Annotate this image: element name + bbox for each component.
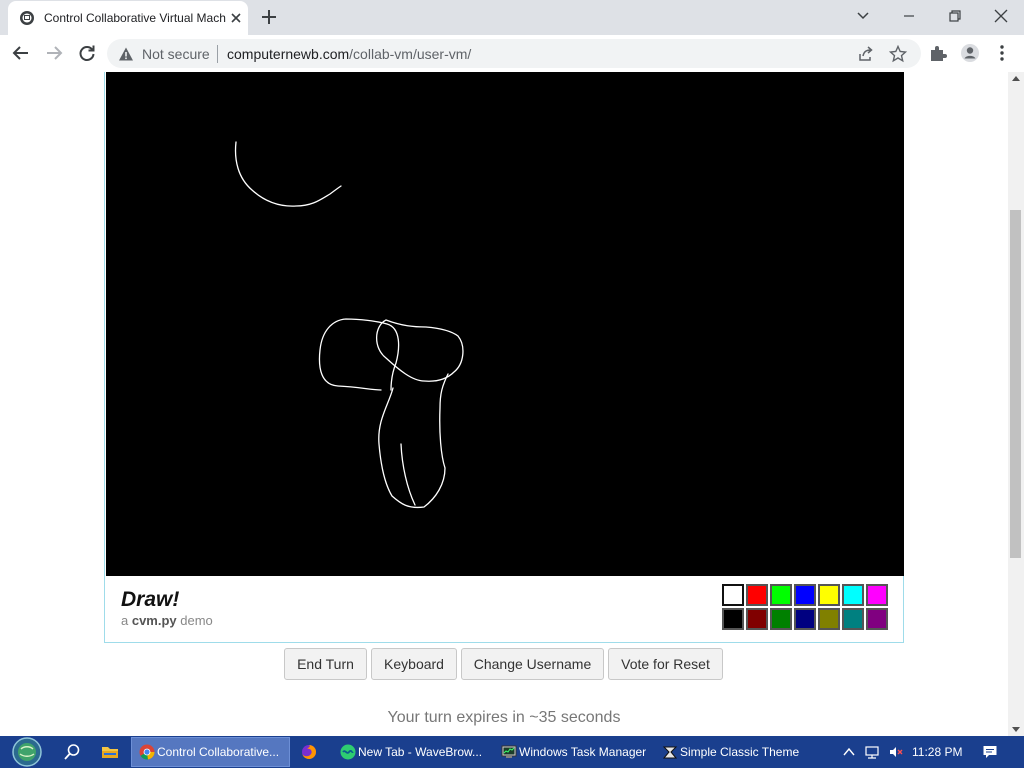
browser-menu-icon[interactable] — [992, 43, 1012, 63]
end-turn-button[interactable]: End Turn — [284, 648, 367, 680]
security-label[interactable]: Not secure — [142, 46, 210, 62]
notifications-icon[interactable] — [982, 744, 998, 760]
wavebrowser-icon — [340, 744, 356, 760]
draw-app-subtitle: a cvm.py demo — [121, 613, 213, 628]
change-username-button[interactable]: Change Username — [461, 648, 604, 680]
taskbar-item-classic-theme[interactable]: Simple Classic Theme — [654, 737, 812, 767]
tab-title: Control Collaborative Virtual Machin — [44, 11, 226, 25]
share-icon[interactable] — [857, 45, 875, 63]
vm-drawing-canvas[interactable] — [106, 72, 904, 576]
profile-icon[interactable] — [960, 43, 980, 63]
taskbar-item-label: New Tab - WaveBrow... — [358, 745, 483, 759]
url-path: /collab-vm/user-vm/ — [349, 46, 472, 62]
taskbar-item-firefox[interactable] — [293, 737, 329, 767]
subtitle-name: cvm.py — [131, 613, 177, 628]
network-icon[interactable] — [864, 744, 880, 760]
chrome-icon — [139, 744, 155, 760]
browser-tab[interactable]: Control Collaborative Virtual Machin — [8, 1, 248, 35]
vote-reset-button[interactable]: Vote for Reset — [608, 648, 723, 680]
warning-icon[interactable] — [118, 46, 134, 62]
taskbar-item-chrome[interactable]: Control Collaborative... — [131, 737, 290, 767]
taskbar-item-wavebrowser[interactable]: New Tab - WaveBrow... — [332, 737, 490, 767]
tab-close-icon[interactable] — [228, 10, 244, 26]
search-icon[interactable] — [62, 742, 82, 762]
cvm-logo-icon — [20, 11, 34, 25]
color-swatch[interactable] — [794, 584, 816, 606]
color-swatch[interactable] — [722, 584, 744, 606]
volume-muted-icon[interactable] — [888, 744, 904, 760]
url-host: computernewb.com — [227, 46, 350, 62]
canvas-background — [106, 72, 904, 576]
color-swatch[interactable] — [722, 608, 744, 630]
taskbar-clock[interactable]: 11:28 PM — [912, 745, 962, 759]
windows-taskbar: Control Collaborative... New Tab - WaveB… — [0, 736, 1024, 768]
draw-app-footer: Draw! a cvm.py demo — [105, 576, 903, 641]
address-bar[interactable]: Not secure computernewb.com/collab-vm/us… — [107, 39, 921, 68]
restore-icon[interactable] — [943, 5, 967, 27]
color-swatch[interactable] — [770, 608, 792, 630]
page-scrollbar[interactable] — [1008, 72, 1024, 736]
start-button-icon[interactable] — [8, 737, 46, 767]
color-swatch[interactable] — [842, 584, 864, 606]
browser-toolbar: Not secure computernewb.com/collab-vm/us… — [0, 35, 1024, 73]
keyboard-button[interactable]: Keyboard — [371, 648, 457, 680]
show-hidden-icons-icon[interactable] — [841, 744, 857, 760]
classic-theme-icon — [662, 746, 678, 759]
draw-app-title: Draw! — [121, 588, 180, 611]
url-text[interactable]: computernewb.com/collab-vm/user-vm/ — [227, 46, 471, 62]
task-manager-icon — [501, 745, 517, 758]
omnibox-divider — [217, 45, 218, 63]
close-window-icon[interactable] — [989, 5, 1013, 27]
taskbar-item-label: Windows Task Manager — [519, 745, 647, 759]
file-explorer-icon[interactable] — [100, 742, 120, 762]
forward-icon[interactable] — [44, 43, 64, 63]
taskbar-item-label: Control Collaborative... — [157, 745, 280, 759]
color-swatch[interactable] — [794, 608, 816, 630]
page-viewport: Draw! a cvm.py demo End Turn Keyboard Ch… — [0, 72, 1008, 736]
turn-timer-text: Your turn expires in ~35 seconds — [387, 709, 621, 726]
vm-display-frame: Draw! a cvm.py demo — [104, 72, 904, 643]
subtitle-suffix: demo — [176, 613, 213, 628]
subtitle-prefix: a — [121, 613, 132, 628]
scrollbar-thumb[interactable] — [1010, 210, 1021, 558]
bookmark-star-icon[interactable] — [889, 45, 907, 63]
color-swatch[interactable] — [842, 608, 864, 630]
scroll-up-arrow-icon[interactable] — [1012, 76, 1020, 81]
new-tab-icon[interactable] — [259, 7, 279, 27]
color-swatch[interactable] — [818, 584, 840, 606]
back-icon[interactable] — [11, 43, 31, 63]
color-swatch[interactable] — [746, 584, 768, 606]
scroll-down-arrow-icon[interactable] — [1012, 727, 1020, 732]
color-swatch[interactable] — [770, 584, 792, 606]
taskbar-item-task-manager[interactable]: Windows Task Manager — [493, 737, 651, 767]
tab-search-icon[interactable] — [851, 5, 875, 27]
browser-tab-strip: Control Collaborative Virtual Machin — [0, 0, 1024, 35]
minimize-icon[interactable] — [897, 5, 921, 27]
color-swatch[interactable] — [818, 608, 840, 630]
firefox-icon — [302, 745, 317, 759]
color-swatch[interactable] — [746, 608, 768, 630]
color-swatch[interactable] — [866, 584, 888, 606]
color-palette — [722, 584, 890, 632]
reload-icon[interactable] — [77, 43, 97, 63]
taskbar-item-label: Simple Classic Theme — [680, 745, 800, 759]
extensions-icon[interactable] — [928, 43, 948, 63]
color-swatch[interactable] — [866, 608, 888, 630]
